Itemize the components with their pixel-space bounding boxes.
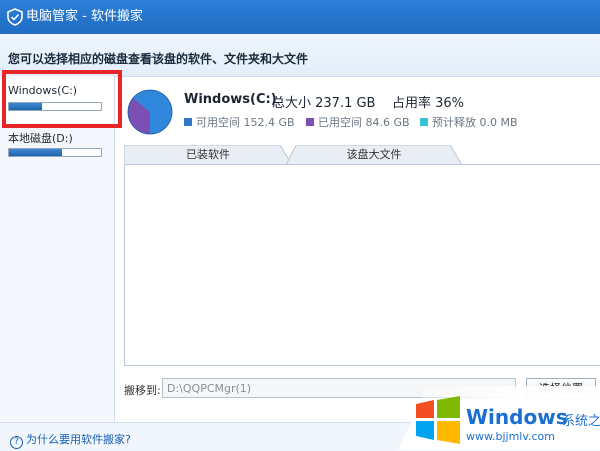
- move-to-label: 搬移到:: [124, 384, 161, 397]
- title-bar: 电脑管家 - 软件搬家: [0, 0, 600, 34]
- legend-free-space: 可用空间 152.4 GB: [184, 114, 295, 130]
- legend-used-space: 已用空间 84.6 GB: [306, 114, 410, 130]
- legend-release-swatch: [420, 118, 428, 126]
- sidebar-item-drive-d[interactable]: 本地磁盘(D:): [0, 124, 114, 172]
- tab-installed-software[interactable]: 已装软件: [124, 145, 292, 165]
- legend-release-label: 预计释放 0.0 MB: [432, 116, 518, 129]
- legend-free-swatch: [184, 118, 192, 126]
- help-link-label: 为什么要用软件搬家?: [26, 433, 131, 446]
- drive-d-label: 本地磁盘(D:): [8, 132, 73, 145]
- legend-used-swatch: [306, 118, 314, 126]
- software-list-panel: [124, 164, 600, 366]
- disk-name: Windows(C:): [184, 92, 277, 107]
- drive-d-usage-bar: [8, 148, 102, 157]
- tab-installed-software-label: 已装软件: [186, 148, 230, 161]
- watermark-brand: Windows: [466, 405, 568, 429]
- window-title: 电脑管家 - 软件搬家: [26, 9, 143, 24]
- legend-used-label: 已用空间 84.6 GB: [318, 116, 410, 129]
- watermark-site-name: 系统之家: [562, 414, 600, 429]
- selection-highlight-box: [2, 70, 122, 128]
- legend-free-label: 可用空间 152.4 GB: [196, 116, 295, 129]
- watermark-url: www.bjjmlv.com: [466, 430, 555, 443]
- help-icon: ?: [10, 436, 23, 449]
- disk-usage-rate: 占用率 36%: [392, 96, 465, 111]
- help-link[interactable]: ? 为什么要用软件搬家?: [10, 431, 131, 449]
- disk-total-size: 总大小 237.1 GB: [272, 96, 376, 111]
- tab-large-files-label: 该盘大文件: [346, 148, 402, 161]
- drive-d-usage-fill: [9, 149, 63, 156]
- legend-expected-release: 预计释放 0.0 MB: [420, 114, 518, 130]
- tab-large-files[interactable]: 该盘大文件: [286, 145, 462, 165]
- disk-usage-pie: [127, 89, 173, 135]
- shield-icon: [7, 8, 23, 26]
- header-description: 您可以选择相应的磁盘查看该盘的软件、文件夹和大文件: [8, 52, 309, 66]
